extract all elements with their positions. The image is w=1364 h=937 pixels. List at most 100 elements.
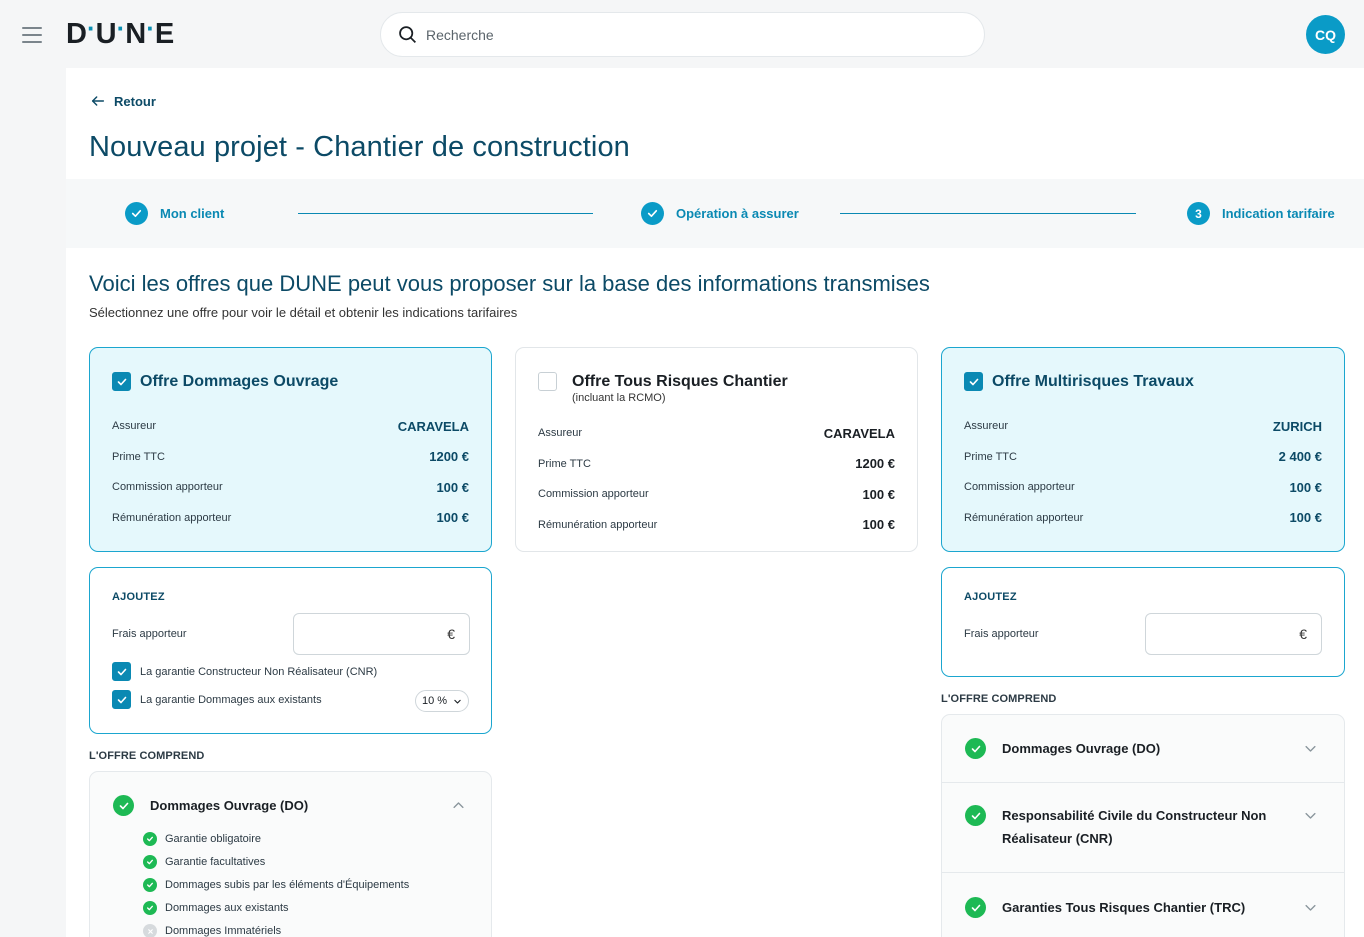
addons-box-left: AJOUTEZ Frais apporteur € La garantie Co… — [89, 567, 492, 734]
premium-value: 1200 € — [429, 449, 469, 465]
coverage-sub-item: Dommages subis par les éléments d'Équipe… — [143, 878, 409, 892]
step-label: Mon client — [160, 206, 225, 221]
euro-icon: € — [1299, 626, 1307, 642]
top-bar: D·U·N·E CQ — [0, 0, 1364, 68]
search-bar[interactable] — [380, 12, 985, 57]
insurer-value: CARAVELA — [397, 418, 469, 434]
check-circle-icon — [143, 855, 157, 869]
coverage-title: Dommages Ouvrage (DO) — [150, 798, 309, 813]
offer-card-tous-risques-chantier[interactable]: Offre Tous Risques Chantier (incluant la… — [515, 347, 918, 552]
cnr-checkbox[interactable] — [112, 662, 131, 681]
check-circle-icon — [965, 897, 986, 918]
chevron-up-icon[interactable] — [451, 798, 466, 813]
step-number: 3 — [1187, 202, 1210, 225]
dune-logo[interactable]: D·U·N·E — [66, 13, 175, 51]
coverage-item-trc[interactable]: Garanties Tous Risques Chantier (TRC) — [942, 873, 1344, 937]
included-panel-right: Dommages Ouvrage (DO) Responsabilité Civ… — [941, 714, 1345, 937]
step-label: Indication tarifaire — [1222, 206, 1335, 221]
step-connector — [840, 213, 1136, 214]
check-circle-icon — [965, 805, 986, 826]
offer-title: Offre Tous Risques Chantier — [572, 373, 788, 390]
remuneration-value: 100 € — [1289, 510, 1322, 526]
coverage-item-do[interactable]: Dommages Ouvrage (DO) Garantie obligatoi… — [90, 772, 491, 937]
coverage-item-cnr[interactable]: Responsabilité Civile du Constructeur No… — [942, 783, 1344, 873]
insurer-label: Assureur — [538, 427, 583, 440]
insurer-value: CARAVELA — [823, 425, 895, 441]
back-label: Retour — [114, 93, 156, 109]
sub-item-label: Dommages subis par les éléments d'Équipe… — [165, 879, 410, 891]
offer-card-dommages-ouvrage[interactable]: Offre Dommages Ouvrage Assureur CARAVELA … — [89, 347, 492, 552]
step-operation[interactable]: Opération à assurer — [641, 202, 799, 225]
addons-title: AJOUTEZ — [112, 591, 165, 603]
offer-checkbox[interactable] — [964, 372, 983, 391]
coverage-sub-item: Garantie obligatoire — [143, 832, 261, 846]
sub-item-label: Garantie obligatoire — [165, 833, 262, 845]
existing-option[interactable]: La garantie Dommages aux existants — [112, 690, 322, 709]
remuneration-value: 100 € — [862, 517, 895, 533]
cnr-option[interactable]: La garantie Constructeur Non Réalisateur… — [112, 662, 377, 681]
chevron-down-icon — [454, 699, 461, 704]
offer-checkbox[interactable] — [538, 372, 557, 391]
fee-input[interactable]: € — [293, 613, 470, 655]
offers-title: Voici les offres que DUNE peut vous prop… — [89, 271, 930, 296]
back-link[interactable]: Retour — [90, 93, 156, 109]
cnr-label: La garantie Constructeur Non Réalisateur… — [140, 665, 378, 678]
offer-checkbox[interactable] — [112, 372, 131, 391]
commission-label: Commission apporteur — [538, 488, 649, 501]
included-panel-left: Dommages Ouvrage (DO) Garantie obligatoi… — [89, 771, 492, 937]
rate-select[interactable]: 10 % — [415, 690, 469, 712]
chevron-down-icon[interactable] — [1303, 900, 1318, 915]
step-done-check-icon — [641, 202, 664, 225]
coverage-sub-item: Dommages aux existants — [143, 901, 289, 915]
included-section-label: L'OFFRE COMPREND — [89, 750, 205, 762]
stepper: Mon client Opération à assurer 3 Indicat… — [66, 179, 1364, 248]
insurer-label: Assureur — [964, 420, 1009, 433]
check-icon — [969, 378, 978, 385]
coverage-item-do[interactable]: Dommages Ouvrage (DO) — [942, 715, 1344, 783]
offer-title: Offre Multirisques Travaux — [992, 373, 1194, 390]
offer-subtitle: (incluant la RCMO) — [572, 392, 666, 404]
premium-label: Prime TTC — [964, 450, 1017, 463]
search-icon — [399, 26, 416, 43]
check-icon — [117, 696, 126, 703]
avatar[interactable]: CQ — [1306, 15, 1345, 54]
remuneration-label: Rémunération apporteur — [964, 511, 1084, 524]
check-circle-icon — [143, 832, 157, 846]
arrow-left-icon — [91, 96, 105, 106]
menu-icon[interactable] — [22, 27, 42, 43]
commission-value: 100 € — [862, 486, 895, 502]
fee-input[interactable]: € — [1145, 613, 1322, 655]
step-mon-client[interactable]: Mon client — [125, 202, 224, 225]
step-connector — [298, 213, 593, 214]
premium-value: 1200 € — [855, 456, 895, 472]
main-content: Retour Nouveau projet - Chantier de cons… — [66, 68, 1364, 937]
check-circle-icon — [113, 795, 134, 816]
coverage-sub-item: Garantie facultatives — [143, 855, 265, 869]
premium-value: 2 400 € — [1278, 449, 1322, 465]
sub-item-label: Dommages Immatériels — [165, 925, 282, 937]
search-input[interactable] — [426, 26, 926, 43]
chevron-down-icon[interactable] — [1303, 741, 1318, 756]
coverage-title-line1: Responsabilité Civile du Constructeur No… — [1002, 808, 1267, 823]
addons-box-right: AJOUTEZ Frais apporteur € — [941, 567, 1345, 677]
remuneration-value: 100 € — [436, 510, 469, 526]
insurer-label: Assureur — [112, 420, 157, 433]
offer-title: Offre Dommages Ouvrage — [140, 373, 339, 390]
rate-value: 10 % — [421, 695, 448, 707]
check-circle-icon — [143, 878, 157, 892]
commission-label: Commission apporteur — [112, 481, 223, 494]
existing-label: La garantie Dommages aux existants — [140, 693, 322, 706]
step-indication[interactable]: 3 Indication tarifaire — [1187, 202, 1335, 225]
chevron-down-icon[interactable] — [1303, 808, 1318, 823]
coverage-title: Dommages Ouvrage (DO) — [1002, 741, 1161, 756]
check-circle-icon — [965, 738, 986, 759]
coverage-sub-item: Dommages Immatériels — [143, 924, 281, 937]
commission-value: 100 € — [1289, 479, 1322, 495]
existing-checkbox[interactable] — [112, 690, 131, 709]
commission-value: 100 € — [436, 479, 469, 495]
addons-title: AJOUTEZ — [964, 591, 1017, 603]
step-label: Opération à assurer — [676, 206, 799, 221]
offer-card-multirisques-travaux[interactable]: Offre Multirisques Travaux Assureur ZURIC… — [941, 347, 1345, 552]
remuneration-label: Rémunération apporteur — [538, 518, 658, 531]
commission-label: Commission apporteur — [964, 481, 1075, 494]
